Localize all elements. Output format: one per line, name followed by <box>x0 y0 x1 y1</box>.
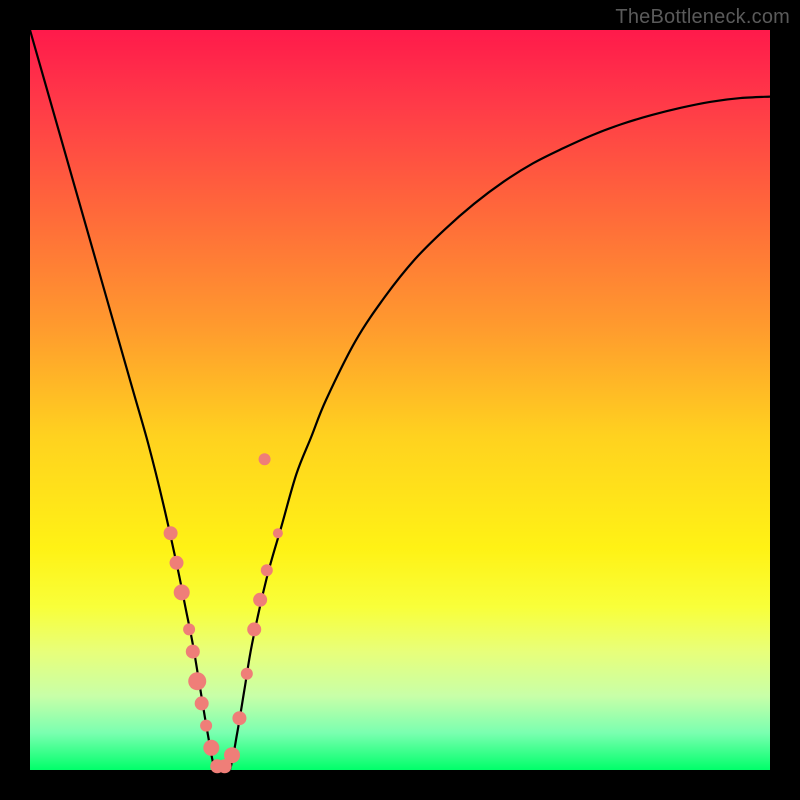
data-marker <box>253 593 267 607</box>
watermark-text: TheBottleneck.com <box>615 6 790 29</box>
data-markers <box>164 453 283 773</box>
data-marker <box>170 556 184 570</box>
data-marker <box>183 623 195 635</box>
data-marker <box>241 668 253 680</box>
data-marker <box>259 453 271 465</box>
data-marker <box>195 696 209 710</box>
data-marker <box>203 740 219 756</box>
chart-svg <box>30 30 770 770</box>
data-marker <box>261 564 273 576</box>
data-marker <box>224 747 240 763</box>
data-marker <box>200 720 212 732</box>
bottleneck-curve <box>30 30 770 773</box>
data-marker <box>232 711 246 725</box>
data-marker <box>186 645 200 659</box>
data-marker <box>247 622 261 636</box>
data-marker <box>174 584 190 600</box>
data-marker <box>188 672 206 690</box>
chart-area <box>30 30 770 770</box>
data-marker <box>164 526 178 540</box>
data-marker <box>273 528 283 538</box>
